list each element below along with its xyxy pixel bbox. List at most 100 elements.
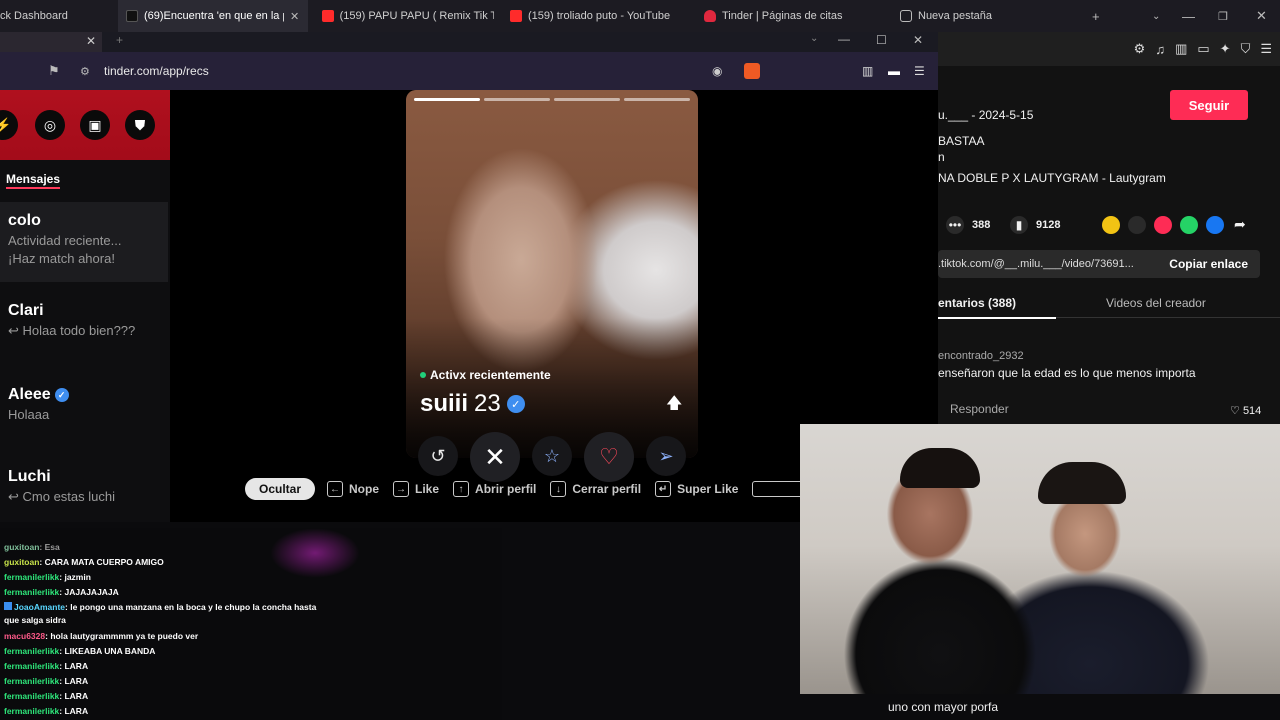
brave-shield-icon[interactable]	[744, 63, 760, 79]
share-coin-icon[interactable]	[1102, 216, 1120, 234]
sidebar-icon[interactable]: ▥	[1175, 41, 1187, 57]
tab-tinder[interactable]: Tinder | Páginas de citas	[696, 0, 892, 32]
tiktok-icon	[126, 10, 138, 22]
wallet-icon[interactable]: ▭	[1197, 41, 1209, 57]
stream-chat: guxitoan: Esa guxitoan: CARA MATA CUERPO…	[0, 528, 502, 720]
up-key-icon: ↑	[453, 481, 470, 497]
enter-key-icon: ↵	[655, 481, 672, 497]
tinder-sidebar: ⚡ ◎ ▣ ⛊ Mensajes colo Actividad reciente…	[0, 90, 170, 522]
send-icon: ➢	[658, 445, 674, 466]
tab-tiktok[interactable]: (69)Encuentra 'en que en la pis ✕	[118, 0, 308, 32]
facebook-icon[interactable]	[1206, 216, 1224, 234]
photo-progress-segment[interactable]	[624, 98, 690, 101]
tab-youtube-2[interactable]: (159) troliado puto - YouTube	[502, 0, 696, 32]
photo-progress-segment[interactable]	[484, 98, 550, 101]
close-window-icon[interactable]: ✕	[913, 33, 923, 47]
music-icon[interactable]: ♫	[1155, 42, 1165, 57]
comment-username[interactable]: encontrado_2932	[938, 350, 1024, 362]
close-window-icon[interactable]: ✕	[1256, 0, 1267, 32]
tab-label: (159) troliado puto - YouTube	[528, 10, 671, 22]
heart-icon: ♡	[1230, 405, 1240, 417]
chat-message: fermanilerlikk: jazmin	[4, 572, 91, 582]
vpn-icon[interactable]: ▬	[888, 64, 900, 78]
music-title[interactable]: NA DOBLE P X LAUTYGRAM - Lautygram	[938, 171, 1166, 185]
tab-youtube-1[interactable]: (159) PAPU PAPU ( Remix Tik Tok ) 4	[308, 0, 502, 32]
conversation-item[interactable]: Clari ↩ Holaa todo bien???	[0, 302, 168, 342]
close-tab-icon[interactable]: ✕	[290, 10, 299, 23]
video-caption: BASTAA	[938, 134, 985, 148]
saves-stat[interactable]: ▮ 9128	[1010, 216, 1060, 234]
chat-message: fermanilerlikk: LARA	[4, 706, 89, 716]
webcam-person-1	[900, 448, 980, 488]
restore-icon[interactable]: ❐	[1218, 0, 1228, 32]
menu-icon[interactable]: ☰	[1260, 41, 1272, 57]
tab-comments[interactable]: entarios (388)	[938, 296, 1016, 310]
left-key-icon: ←	[327, 481, 344, 497]
send-message-button[interactable]: ➢	[646, 436, 686, 476]
photo-progress-segment[interactable]	[554, 98, 620, 101]
whatsapp-icon[interactable]	[1180, 216, 1198, 234]
rewind-icon: ↺	[430, 445, 446, 466]
chat-message: fermanilerlikk: LARA	[4, 676, 89, 686]
nope-button[interactable]: ✕	[470, 432, 520, 482]
sidebar-toggle-icon[interactable]: ▥	[862, 64, 873, 78]
hide-hints-button[interactable]: Ocultar	[245, 478, 316, 500]
webcam-person-2	[1038, 462, 1126, 504]
profile-card[interactable]: Activx recientemente suiii 23 ✓ 🡅	[406, 90, 698, 458]
safety-shield-icon[interactable]: ⛊	[125, 110, 155, 140]
tab-label: Tinder | Páginas de citas	[722, 10, 843, 22]
maximize-icon[interactable]: ☐	[876, 33, 887, 47]
tab-label: ck Dashboard	[0, 10, 68, 22]
follow-button[interactable]: Seguir	[1170, 90, 1248, 120]
explore-icon[interactable]: ◎	[35, 110, 65, 140]
conversation-item[interactable]: colo Actividad reciente... ¡Haz match ah…	[0, 202, 168, 282]
copy-link-button[interactable]: Copiar enlace	[1169, 257, 1248, 271]
new-tab-icon[interactable]: +	[116, 33, 123, 47]
minimize-icon[interactable]: —	[838, 32, 850, 46]
tiktok-tabs: entarios (388) Videos del creador	[938, 288, 1280, 319]
chat-message: fermanilerlikk: JAJAJAJAJA	[4, 587, 119, 597]
location-icon[interactable]: ◉	[712, 64, 722, 78]
hint-nope: ← Nope	[327, 481, 379, 497]
tab-search-icon[interactable]: ⌄	[810, 33, 818, 44]
video-link: .tiktok.com/@__.milu.___/video/73691...	[938, 258, 1134, 270]
messages-tab[interactable]: Mensajes	[6, 172, 61, 189]
share-arrow-icon[interactable]: ➦	[1234, 216, 1246, 233]
comments-stat[interactable]: ••• 388	[946, 216, 990, 234]
like-button[interactable]: ♡	[584, 432, 634, 482]
tab-label: (69)Encuentra 'en que en la pis	[144, 10, 284, 22]
tab-dashboard[interactable]: ck Dashboard	[0, 0, 118, 32]
comment-likes[interactable]: ♡ 514	[1230, 404, 1261, 417]
verified-icon: ✓	[54, 388, 69, 402]
new-tab-button[interactable]: +	[1092, 0, 1100, 32]
browser-tabbar: ck Dashboard (69)Encuentra 'en que en la…	[0, 0, 1280, 32]
tab-label: (159) PAPU PAPU ( Remix Tik Tok ) 4	[339, 10, 494, 22]
menu-icon[interactable]: ☰	[914, 64, 925, 78]
tiktok-window: ⚙ ♫ ▥ ▭ ✦ ⛉ ☰ u.___ - 2024-5-15 Seguir B…	[938, 32, 1280, 432]
send-icon[interactable]	[1154, 216, 1172, 234]
url-text[interactable]: tinder.com/app/recs	[104, 64, 209, 78]
sparkle-icon[interactable]: ✦	[1220, 41, 1231, 57]
tab-list-chevron-icon[interactable]: ⌄	[1152, 0, 1160, 32]
tab-creator-videos[interactable]: Videos del creador	[1106, 296, 1206, 310]
photo-progress-segment[interactable]	[414, 98, 480, 101]
down-key-icon: ↓	[550, 481, 567, 497]
bookmark-icon[interactable]: ⚑	[48, 63, 60, 79]
site-settings-icon[interactable]: ⚙	[80, 65, 90, 78]
minimize-icon[interactable]: —	[1182, 0, 1195, 32]
rewind-button[interactable]: ↺	[418, 436, 458, 476]
super-like-button[interactable]: ☆	[532, 436, 572, 476]
reply-button[interactable]: Responder	[950, 402, 1009, 416]
tab-new[interactable]: Nueva pestaña	[892, 0, 1082, 32]
embed-icon[interactable]	[1128, 216, 1146, 234]
close-tab-icon[interactable]: ✕	[86, 34, 96, 48]
conversation-item[interactable]: Luchi ↩ Cmo estas luchi	[0, 468, 168, 508]
briefcase-icon[interactable]: ▣	[80, 110, 110, 140]
conversation-item[interactable]: Aleee ✓ Holaaa	[0, 386, 168, 426]
extensions-icon[interactable]: ⚙	[1134, 41, 1146, 57]
online-dot-icon	[420, 372, 426, 378]
shield-icon[interactable]: ⛉	[1241, 41, 1251, 57]
keyboard-hints: Ocultar ← Nope → Like ↑ Abrir perfil ↓ Cerra…	[245, 478, 836, 500]
open-profile-arrow-icon[interactable]: 🡅	[666, 392, 682, 419]
boost-icon[interactable]: ⚡	[0, 110, 18, 140]
